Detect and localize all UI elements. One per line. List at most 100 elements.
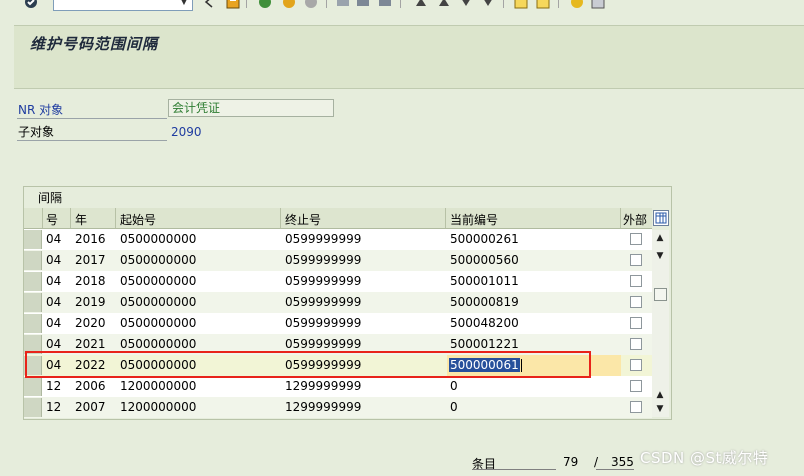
table-settings-icon[interactable] bbox=[653, 210, 669, 226]
row-selector[interactable] bbox=[24, 272, 42, 291]
cell-from: 1200000000 bbox=[120, 379, 197, 393]
table-row[interactable]: 04 2018 0500000000 0599999999 500001011 bbox=[24, 271, 652, 292]
table-row[interactable]: 04 2016 0500000000 0599999999 500000261 bbox=[24, 229, 652, 250]
cell-current[interactable]: 500048200 bbox=[450, 316, 519, 330]
column-separator bbox=[445, 208, 446, 228]
shortcut-icon[interactable] bbox=[536, 0, 550, 9]
cell-to: 0599999999 bbox=[285, 232, 362, 246]
label-underline bbox=[17, 118, 167, 119]
table-row[interactable]: 04 2017 0500000000 0599999999 500000560 bbox=[24, 250, 652, 271]
external-checkbox[interactable] bbox=[630, 254, 642, 266]
table-row[interactable]: 04 2019 0500000000 0599999999 500000819 bbox=[24, 292, 652, 313]
new-session-icon[interactable] bbox=[514, 0, 528, 9]
column-separator bbox=[115, 208, 116, 228]
next-page-icon[interactable] bbox=[459, 0, 473, 9]
save-icon[interactable] bbox=[226, 0, 240, 9]
cell-from: 0500000000 bbox=[120, 295, 197, 309]
column-separator bbox=[280, 208, 281, 228]
layout-menu-icon[interactable] bbox=[591, 0, 605, 9]
external-checkbox[interactable] bbox=[630, 380, 642, 392]
exit-icon[interactable] bbox=[282, 0, 296, 9]
first-page-icon[interactable] bbox=[414, 0, 428, 9]
cell-number: 12 bbox=[46, 379, 62, 393]
row-selector[interactable] bbox=[24, 251, 42, 270]
row-selector[interactable] bbox=[24, 314, 42, 333]
row-selector[interactable] bbox=[24, 230, 42, 249]
external-checkbox[interactable] bbox=[630, 338, 642, 350]
cell-current[interactable]: 0 bbox=[450, 400, 458, 414]
cell-year: 2018 bbox=[75, 274, 106, 288]
cell-to: 1299999999 bbox=[285, 400, 362, 414]
row-selector[interactable] bbox=[24, 377, 42, 396]
find-icon[interactable] bbox=[356, 0, 370, 9]
cell-current[interactable]: 500000261 bbox=[450, 232, 519, 246]
external-checkbox[interactable] bbox=[630, 401, 642, 413]
cell-year: 2006 bbox=[75, 379, 106, 393]
scroll-up-icon[interactable]: ▲ bbox=[654, 232, 666, 244]
watermark: CSDN @St威尔特 bbox=[640, 449, 769, 467]
cell-year: 2017 bbox=[75, 253, 106, 267]
scroll-up-icon[interactable]: ▲ bbox=[654, 389, 666, 401]
cell-from: 0500000000 bbox=[120, 274, 197, 288]
find-next-icon[interactable] bbox=[378, 0, 392, 9]
column-header-current[interactable]: 当前编号 bbox=[450, 211, 498, 228]
external-checkbox[interactable] bbox=[630, 233, 642, 245]
external-checkbox[interactable] bbox=[630, 317, 642, 329]
toolbar-separator bbox=[503, 0, 504, 8]
subobject-label: 子对象 bbox=[18, 125, 55, 139]
toolbar-separator bbox=[400, 0, 401, 8]
last-page-icon[interactable] bbox=[481, 0, 495, 9]
cell-number: 04 bbox=[46, 316, 62, 330]
nr-object-field[interactable]: 会计凭证 bbox=[168, 99, 334, 117]
row-selector[interactable] bbox=[24, 293, 42, 312]
cell-current[interactable]: 500000819 bbox=[450, 295, 519, 309]
help-icon[interactable] bbox=[570, 0, 584, 9]
column-header-from[interactable]: 起始号 bbox=[120, 211, 156, 228]
external-checkbox[interactable] bbox=[630, 275, 642, 287]
command-field[interactable]: ▼ bbox=[53, 0, 193, 11]
external-checkbox[interactable] bbox=[630, 296, 642, 308]
table-row[interactable]: 12 2007 1200000000 1299999999 0 bbox=[24, 397, 652, 418]
interval-table: 号 年 起始号 终止号 当前编号 外部 04 2016 0500000000 0… bbox=[24, 208, 670, 420]
table-row[interactable]: 04 2020 0500000000 0599999999 500048200 bbox=[24, 313, 652, 334]
column-header-to[interactable]: 终止号 bbox=[285, 211, 321, 228]
cell-number: 04 bbox=[46, 232, 62, 246]
scroll-down-icon[interactable]: ▼ bbox=[654, 250, 666, 262]
previous-page-icon[interactable] bbox=[437, 0, 451, 9]
toolbar-separator bbox=[326, 0, 327, 8]
column-header-number[interactable]: 号 bbox=[46, 211, 58, 228]
column-separator bbox=[42, 208, 43, 228]
cell-number: 04 bbox=[46, 274, 62, 288]
print-icon[interactable] bbox=[336, 0, 350, 9]
column-header-external[interactable]: 外部 bbox=[623, 211, 647, 228]
cell-from: 0500000000 bbox=[120, 337, 197, 351]
cell-year: 2019 bbox=[75, 295, 106, 309]
cell-current[interactable]: 500001221 bbox=[450, 337, 519, 351]
row-selector[interactable] bbox=[24, 398, 42, 417]
table-vertical-scrollbar[interactable]: ▲ ▼ ▲ ▼ bbox=[652, 230, 669, 417]
cell-number: 04 bbox=[46, 337, 62, 351]
external-checkbox[interactable] bbox=[630, 359, 642, 371]
cell-year: 2016 bbox=[75, 232, 106, 246]
cell-current[interactable]: 0 bbox=[450, 379, 458, 393]
cell-from: 0500000000 bbox=[120, 316, 197, 330]
label-underline bbox=[596, 469, 634, 470]
column-header-year[interactable]: 年 bbox=[75, 211, 87, 228]
table-row[interactable]: 12 2006 1200000000 1299999999 0 bbox=[24, 376, 652, 397]
cell-to: 0599999999 bbox=[285, 337, 362, 351]
cell-to: 0599999999 bbox=[285, 316, 362, 330]
back-arrow-icon[interactable] bbox=[204, 0, 214, 9]
cell-current[interactable]: 500000560 bbox=[450, 253, 519, 267]
cell-from: 1200000000 bbox=[120, 400, 197, 414]
scroll-down-icon[interactable]: ▼ bbox=[654, 403, 666, 415]
cell-current[interactable]: 500001011 bbox=[450, 274, 519, 288]
column-separator bbox=[620, 208, 621, 228]
back-icon[interactable] bbox=[258, 0, 272, 9]
cell-to: 0599999999 bbox=[285, 274, 362, 288]
scroll-thumb[interactable] bbox=[654, 288, 667, 301]
enter-check-icon[interactable] bbox=[24, 0, 38, 9]
cell-number: 12 bbox=[46, 400, 62, 414]
nr-object-label: NR 对象 bbox=[18, 103, 64, 117]
cancel-icon[interactable] bbox=[304, 0, 318, 9]
chevron-down-icon[interactable]: ▼ bbox=[177, 0, 191, 9]
